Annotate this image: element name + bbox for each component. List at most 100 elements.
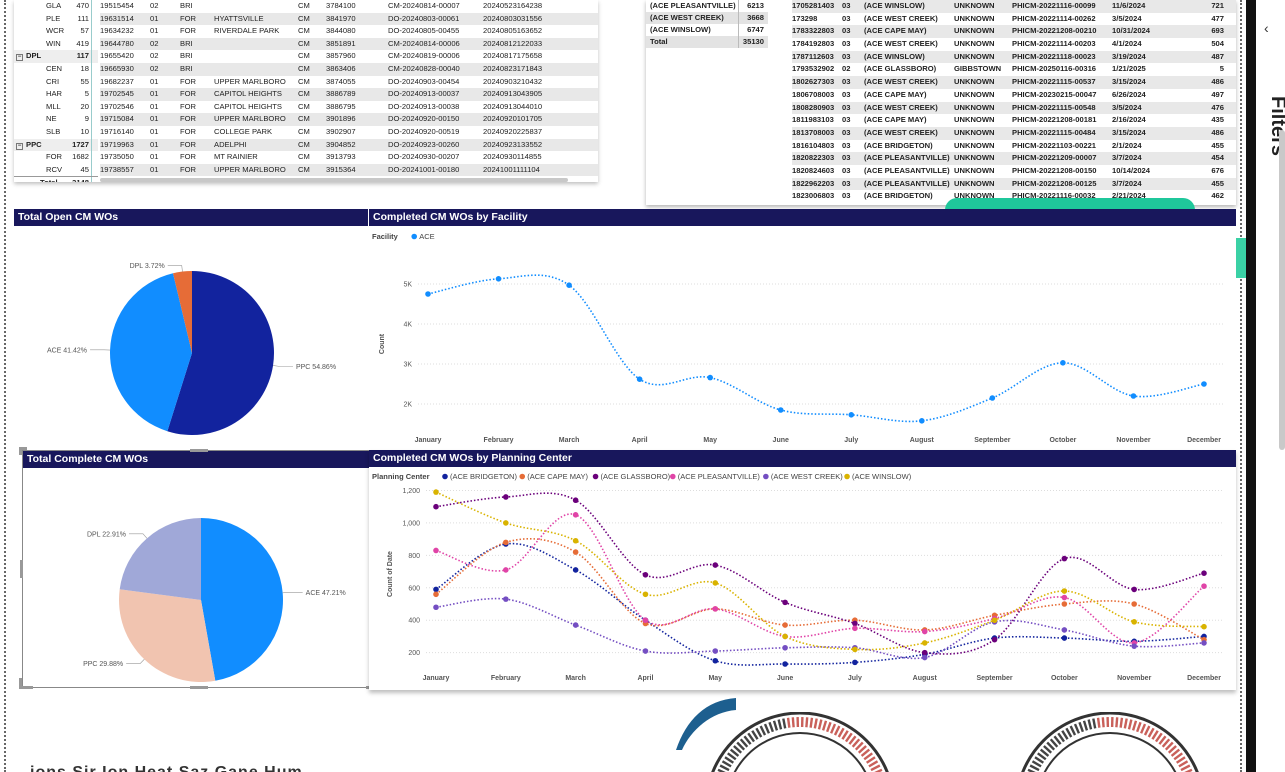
data-point[interactable]: [777, 407, 784, 413]
complete-wo-pie-chart[interactable]: ACE 47.21% PPC 29.88% DPL 22.91%: [23, 468, 375, 687]
series-line[interactable]: [435, 597, 1205, 660]
summary-row[interactable]: GLA 470: [14, 0, 98, 13]
data-point[interactable]: [503, 596, 509, 602]
table-row[interactable]: 19735050 01 FOR MT RAINIER CM 3913793 DO-20240…: [100, 151, 598, 164]
data-point[interactable]: [921, 649, 928, 656]
filters-pane[interactable]: ‹ Filters: [1256, 0, 1285, 772]
table-row[interactable]: 1816104803 03 (ACE BRIDGETON) UNKNOWN PHICM-…: [792, 140, 1236, 153]
data-point[interactable]: [1061, 601, 1068, 607]
table-row[interactable]: 19719963 01 FOR ADELPHI CM 3904852 DO-20240923…: [100, 138, 598, 152]
data-point[interactable]: [572, 622, 579, 628]
data-point[interactable]: [433, 503, 439, 510]
complete-wo-panel[interactable]: Total Complete CM WOs ACE 47.21% PPC 29.8…: [22, 450, 376, 688]
summary-row[interactable]: PLE 111: [14, 12, 98, 26]
data-point[interactable]: [636, 376, 643, 382]
table-row[interactable]: 1787112603 03 (ACE WINSLOW) UNKNOWN PHICM-20…: [792, 50, 1236, 64]
table-row[interactable]: 1802627303 03 (ACE WEST CREEK) UNKNOWN PHICM…: [792, 76, 1236, 89]
legend-marker[interactable]: [442, 473, 448, 480]
data-point[interactable]: [921, 640, 928, 646]
series-line[interactable]: [435, 513, 1205, 644]
data-point[interactable]: [712, 657, 719, 664]
data-point[interactable]: [1061, 594, 1068, 601]
data-point[interactable]: [425, 291, 431, 297]
summary-row[interactable]: NE 9: [14, 113, 98, 126]
summary-row[interactable]: − DPL 117: [14, 50, 98, 63]
facility-line-panel[interactable]: Completed CM WOs by Facility 2K 3K 4K 5K Jan…: [369, 209, 1236, 449]
resize-handle[interactable]: [190, 686, 208, 689]
data-point[interactable]: [712, 648, 719, 654]
pie-slice[interactable]: [118, 589, 216, 682]
legend-item[interactable]: (ACE WEST CREEK): [771, 472, 843, 481]
table-row[interactable]: 19715084 01 FOR UPPER MARLBORO CM 3901896 DO-2…: [100, 113, 598, 126]
data-point[interactable]: [572, 549, 579, 555]
legend-item[interactable]: (ACE WINSLOW): [852, 472, 912, 481]
legend-item[interactable]: (ACE GLASSBORO): [601, 472, 671, 481]
data-point[interactable]: [919, 418, 925, 424]
legend-marker[interactable]: [519, 473, 526, 480]
open-wo-panel[interactable]: Total Open CM WOs PPC 54.86% ACE 41.42% DP…: [14, 209, 368, 435]
data-point[interactable]: [572, 537, 579, 544]
series-line[interactable]: [427, 274, 1205, 423]
summary-row[interactable]: RCV 45: [14, 163, 98, 177]
table-row[interactable]: 19682237 01 FOR UPPER MARLBORO CM 3874055 DO-2…: [100, 76, 598, 89]
data-point[interactable]: [712, 580, 719, 586]
table-row[interactable]: 19634232 01 FOR RIVERDALE PARK CM 3844080 DO-2…: [100, 25, 598, 38]
summary-row[interactable]: Total3148: [14, 176, 98, 182]
table-row[interactable]: 19738557 01 FOR UPPER MARLBORO CM 3915364 DO-2…: [100, 163, 598, 177]
data-point[interactable]: [1061, 588, 1068, 594]
resize-handle[interactable]: [19, 447, 22, 455]
data-point[interactable]: [707, 374, 713, 381]
summary-row[interactable]: HAR 5: [14, 88, 98, 101]
data-point[interactable]: [782, 661, 788, 667]
table-row[interactable]: 1705281403 03 (ACE WINSLOW) UNKNOWN PHICM-20…: [792, 0, 1236, 13]
summary-row[interactable]: FOR 1682: [14, 151, 98, 164]
open-wo-pie-chart[interactable]: PPC 54.86% ACE 41.42% DPL 3.72%: [14, 226, 368, 435]
data-point[interactable]: [1201, 570, 1207, 576]
pie-slice[interactable]: [201, 518, 283, 681]
data-point[interactable]: [782, 644, 788, 651]
data-point[interactable]: [712, 562, 719, 568]
collapse-icon[interactable]: −: [16, 142, 23, 150]
data-point[interactable]: [572, 567, 579, 573]
legend-marker[interactable]: [844, 473, 850, 480]
data-point[interactable]: [1201, 623, 1207, 630]
series-line[interactable]: [435, 537, 1205, 641]
table-row[interactable]: 19702546 01 FOR CAPITOL HEIGHTS CM 3886795 DO-…: [100, 101, 598, 114]
table-row[interactable]: 1820822303 03 (ACE PLEASANTVILLE) UNKNOWN PH…: [792, 152, 1236, 165]
data-point[interactable]: [642, 617, 649, 624]
data-point[interactable]: [782, 622, 788, 628]
series-line[interactable]: [435, 492, 1205, 655]
data-point[interactable]: [921, 654, 928, 661]
data-point[interactable]: [782, 633, 788, 640]
table-row[interactable]: 19644780 02 BRI CM 3851891 CM-20240814-00006 2…: [100, 37, 598, 51]
data-point[interactable]: [1201, 640, 1207, 646]
summary-row[interactable]: WIN 419: [14, 37, 98, 51]
data-point[interactable]: [852, 620, 858, 627]
data-point[interactable]: [1131, 601, 1137, 607]
facility-line-chart[interactable]: 2K 3K 4K 5K January February March April May June…: [369, 226, 1236, 449]
summary-row[interactable]: CEN 18: [14, 62, 98, 76]
table-row[interactable]: 1783322803 03 (ACE CAPE MAY) UNKNOWN PHICM-2…: [792, 25, 1236, 39]
data-point[interactable]: [433, 591, 439, 598]
legend-item[interactable]: (ACE PLEASANTVILLE): [678, 472, 761, 481]
data-point[interactable]: [1061, 627, 1068, 633]
data-point[interactable]: [572, 512, 579, 518]
legend-item[interactable]: (ACE BRIDGETON): [450, 472, 517, 481]
data-point[interactable]: [712, 606, 719, 612]
legend-item[interactable]: ACE: [419, 232, 434, 241]
data-point[interactable]: [852, 646, 858, 653]
data-point[interactable]: [852, 659, 858, 666]
data-point[interactable]: [989, 395, 996, 401]
data-point[interactable]: [642, 591, 649, 598]
data-point[interactable]: [1060, 360, 1066, 366]
resize-handle[interactable]: [190, 449, 208, 452]
planning-line-panel[interactable]: Completed CM WOs by Planning Center 200 4…: [369, 450, 1236, 690]
data-point[interactable]: [991, 636, 998, 643]
data-point[interactable]: [1131, 643, 1137, 649]
data-point[interactable]: [1131, 586, 1137, 593]
summary-row[interactable]: − PPC 1727: [14, 138, 98, 152]
table-row[interactable]: 1813708003 03 (ACE WEST CREEK) UNKNOWN PHICM…: [792, 126, 1236, 140]
legend-marker[interactable]: [411, 233, 417, 240]
summary-row[interactable]: CRI 55: [14, 75, 98, 89]
table-row[interactable]: 1811983103 03 (ACE CAPE MAY) UNKNOWN PHICM-2…: [792, 114, 1236, 127]
